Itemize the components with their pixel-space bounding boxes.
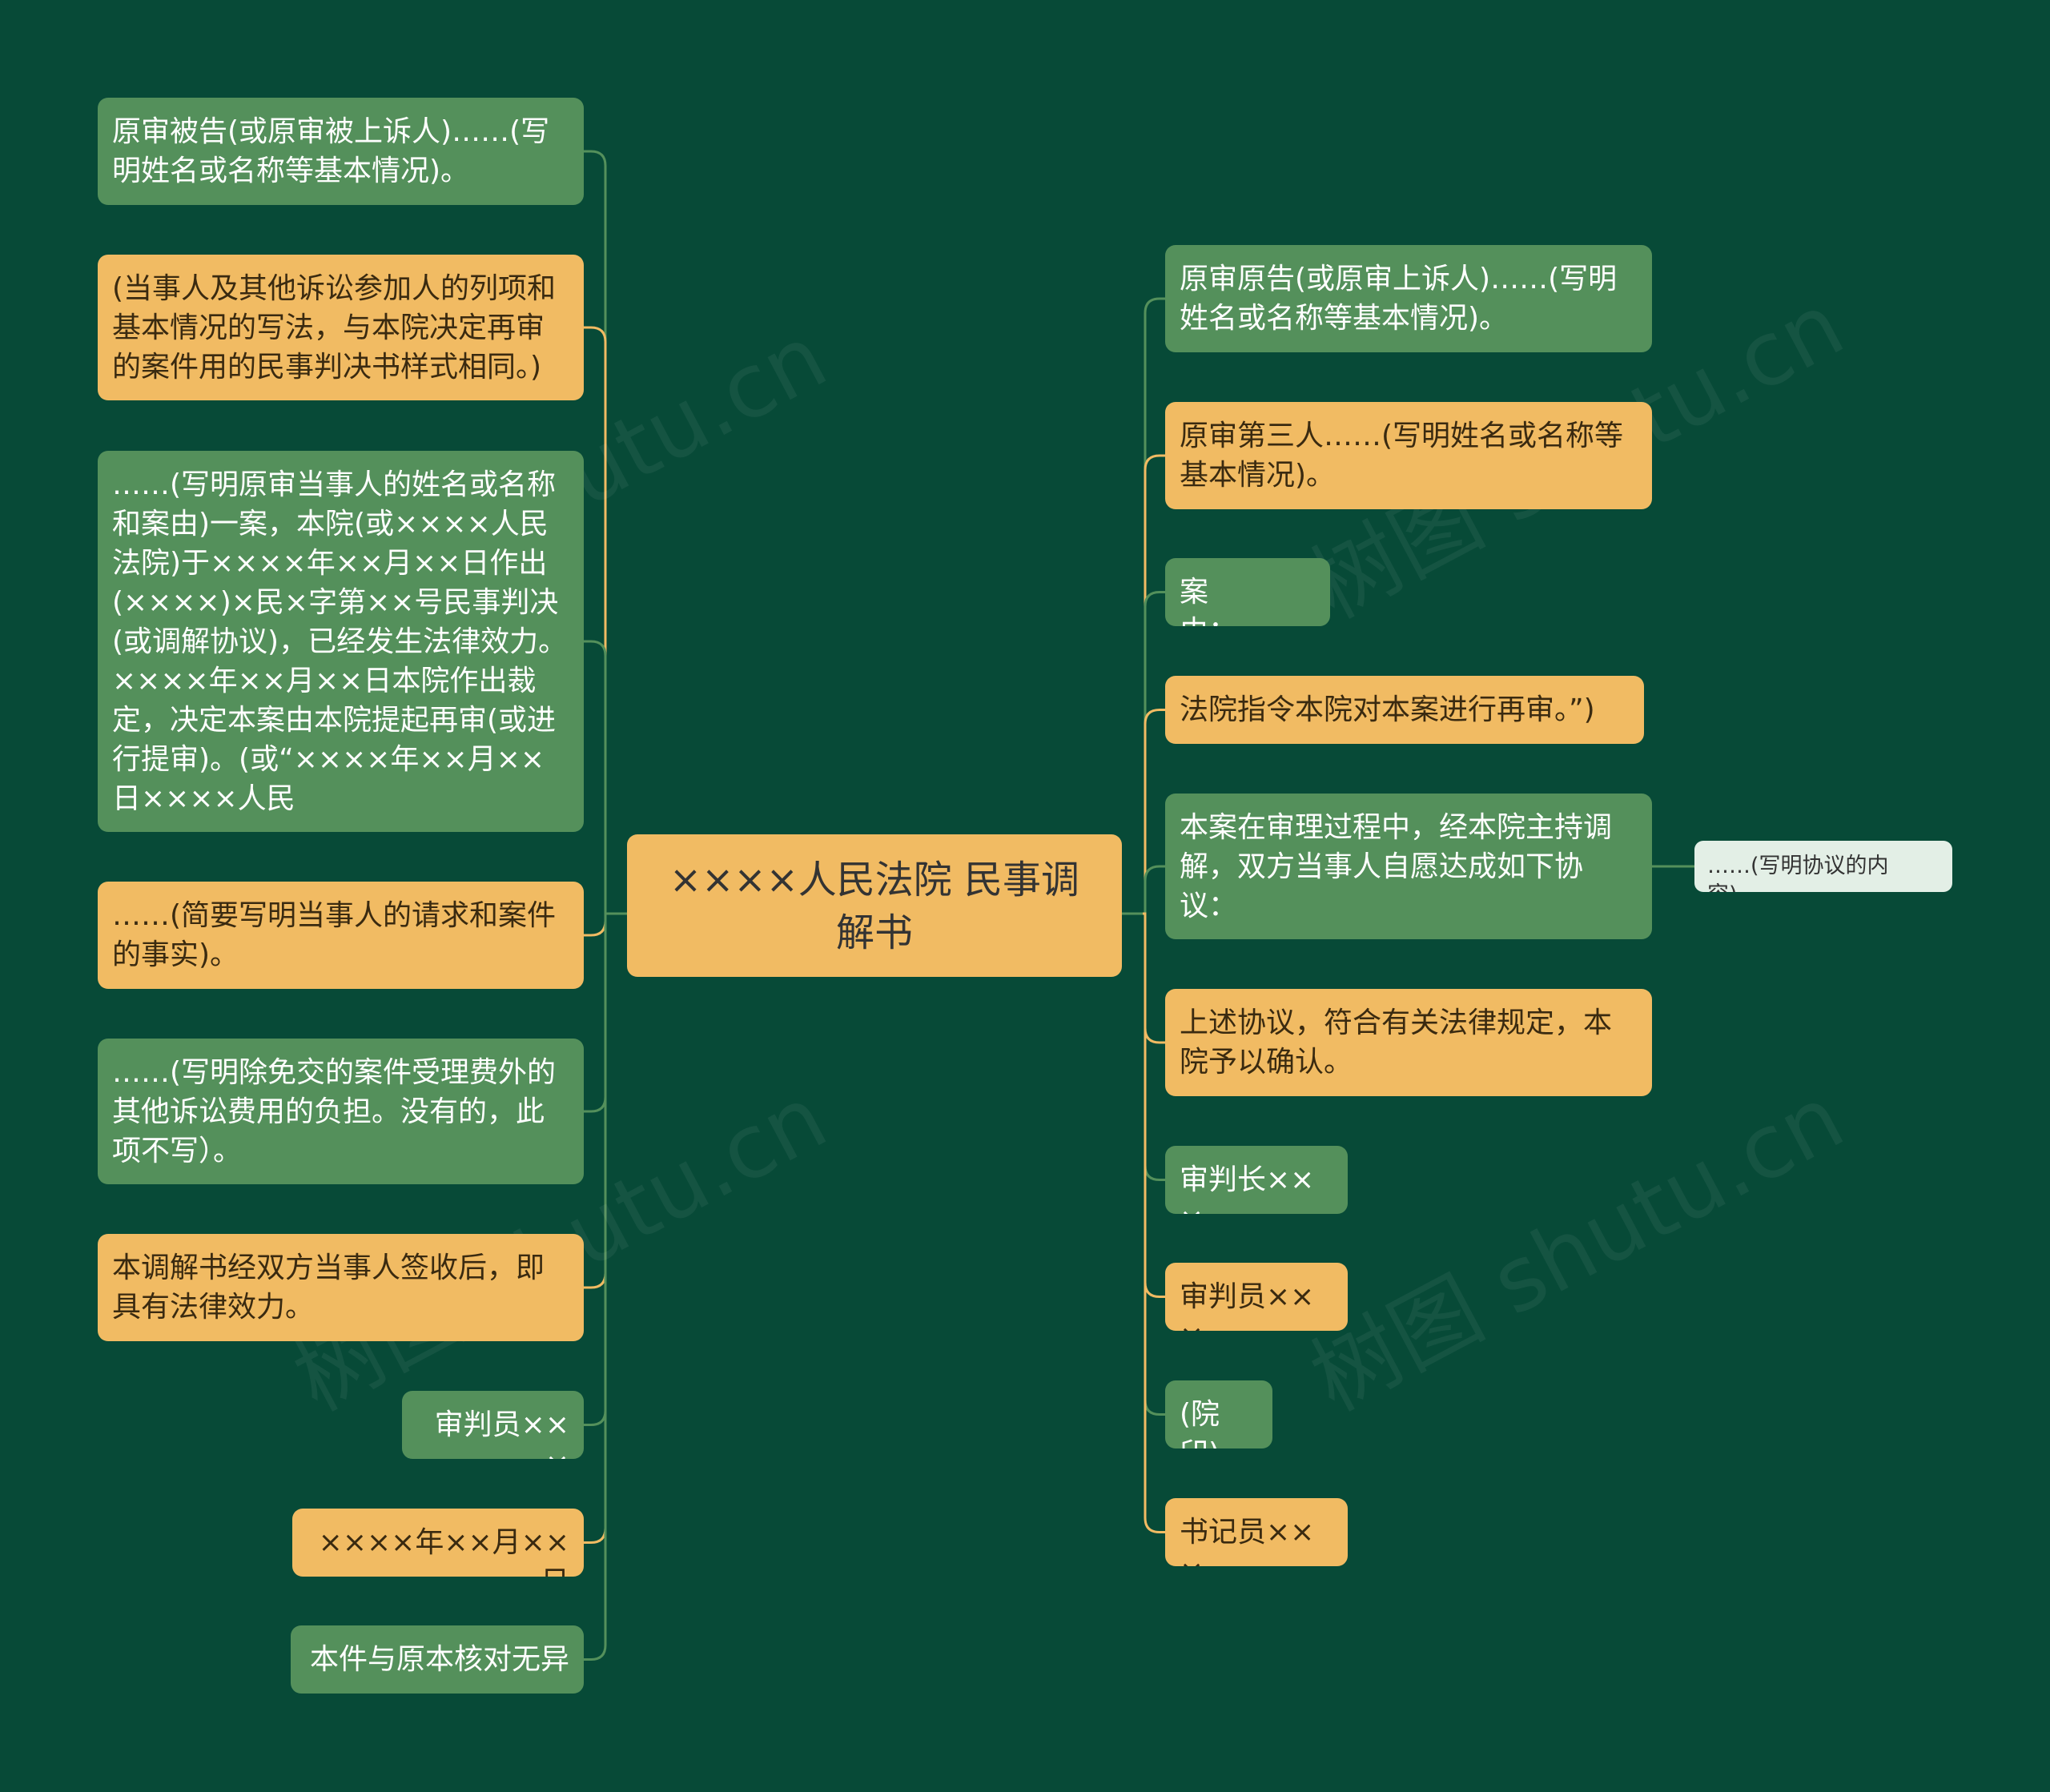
right-node-clerk[interactable]: 书记员××× [1165,1498,1348,1566]
right-node-mediation[interactable]: 本案在审理过程中，经本院主持调解，双方当事人自愿达成如下协议： [1165,794,1652,939]
edge-left-4 [584,912,607,1113]
left-node-parties-note[interactable]: (当事人及其他诉讼参加人的列项和基本情况的写法，与本院决定再审的案件用的民事判决… [98,255,584,400]
left-node-judge[interactable]: 审判员××× [402,1391,584,1459]
right-node-seal[interactable]: (院印) [1165,1380,1272,1448]
mindmap-canvas: 树图 shutu.cn 树图 shutu.cn 树图 shutu.cn 树图 s… [0,0,2050,1792]
right-node-plaintiff[interactable]: 原审原告(或原审上诉人)……(写明姓名或名称等基本情况)。 [1165,245,1652,352]
right-node-confirmation[interactable]: 上述协议，符合有关法律规定，本院予以确认。 [1165,989,1652,1096]
right-node-chief-judge[interactable]: 审判长××× [1165,1146,1348,1214]
right-node-judge[interactable]: 审判员××× [1165,1263,1348,1331]
edge-left-6 [584,912,607,1426]
right-node-cause[interactable]: 案由：…… [1165,558,1330,626]
left-node-effect[interactable]: 本调解书经双方当事人签收后，即具有法律效力。 [98,1234,584,1341]
root-node[interactable]: ××××人民法院 民事调解书 [627,834,1122,977]
left-node-date[interactable]: ××××年××月××日 [292,1509,584,1577]
edge-left-1 [584,326,607,915]
edge-left-5 [584,912,607,1289]
edge-right-9 [1143,912,1165,1533]
left-node-case-history[interactable]: ……(写明原审当事人的姓名或名称和案由)一案，本院(或××××人民法院)于×××… [98,451,584,832]
sub-node-agreement-content[interactable]: ……(写明协议的内容)。 [1694,841,1952,892]
edge-right-4 [1143,865,1165,915]
edge-left-2 [584,640,607,915]
left-node-verified[interactable]: 本件与原本核对无异 [291,1625,584,1694]
left-node-costs[interactable]: ……(写明除免交的案件受理费外的其他诉讼费用的负担。没有的，此项不写）。 [98,1039,584,1184]
right-node-retrial-order[interactable]: 法院指令本院对本案进行再审。”) [1165,676,1644,744]
right-node-third-party[interactable]: 原审第三人……(写明姓名或名称等基本情况)。 [1165,402,1652,509]
edge-left-0 [584,150,607,915]
left-node-claims[interactable]: ……(简要写明当事人的请求和案件的事实)。 [98,882,584,989]
left-node-defendant[interactable]: 原审被告(或原审被上诉人)……(写明姓名或名称等基本情况)。 [98,98,584,205]
edge-left-7 [584,912,607,1544]
edge-left-3 [584,912,607,937]
